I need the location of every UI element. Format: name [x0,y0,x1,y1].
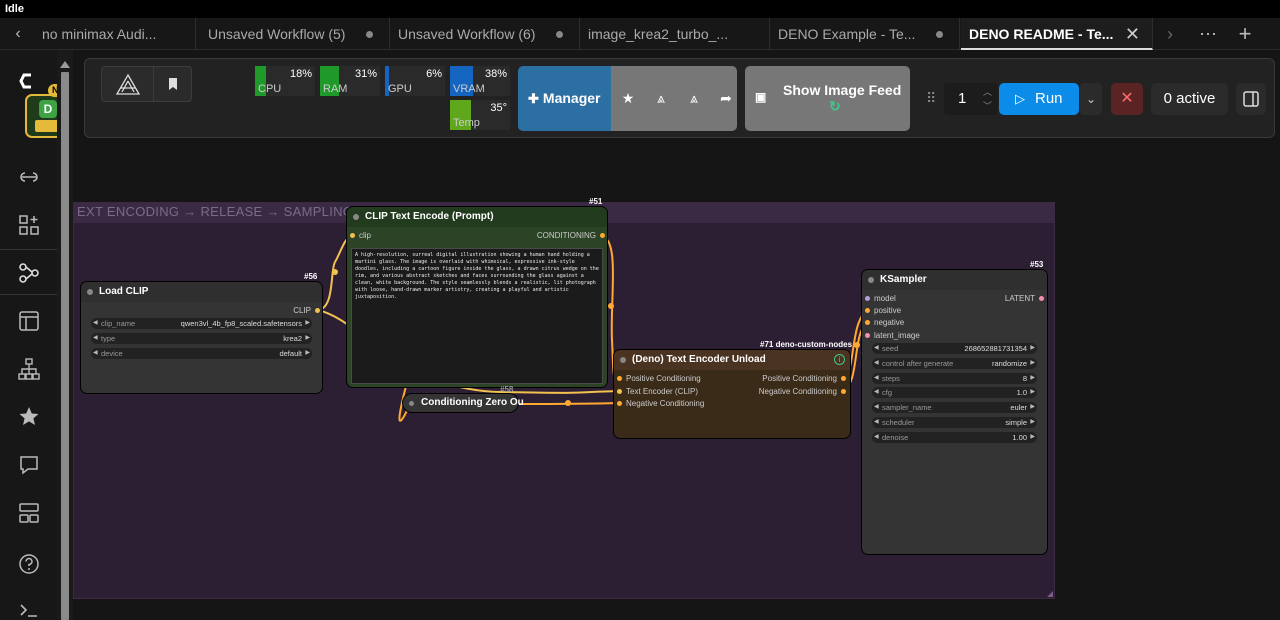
node-title[interactable]: (Deno) Text Encoder Unload [614,350,850,370]
widget-value: simple [1005,418,1027,427]
input-port[interactable] [865,296,870,301]
output-port[interactable] [841,376,846,381]
widget-label: seed [882,344,899,353]
widget-label: denoise [882,433,909,442]
input-port[interactable] [617,376,622,381]
widget-value: 268652881731354 [964,344,1027,353]
widget-type[interactable]: type krea2 [91,333,312,344]
app-window: Idle ‹ no minimax Audi... Unsaved Workfl… [0,0,1280,620]
widget-cfg[interactable]: cfg 1.0 [872,387,1037,398]
output-latent-label: LATENT [1004,294,1035,303]
widget-label: control after generate [882,359,954,368]
output-clip-label: CLIP [293,306,311,315]
collapsed-node-dot-icon [409,401,414,406]
widget-label: steps [882,374,900,383]
node-id-56: #56 [304,272,318,281]
input-positive-label: Positive Conditioning [626,374,701,383]
output-clip-port[interactable] [315,308,320,313]
widget-denoise[interactable]: denoise 1.00 [872,432,1037,443]
prompt-textarea[interactable]: A high-resolution, surreal digital illus… [351,248,603,384]
input-port[interactable] [865,320,870,325]
node-id-71: #71 deno-custom-nodes [760,340,853,349]
widget-seed[interactable]: seed 268652881731354 [872,343,1037,354]
node-title[interactable]: KSampler [862,270,1047,290]
widget-label: scheduler [882,418,915,427]
input-clip-label: clip [359,231,372,240]
widget-value: 1.0 [1016,388,1027,397]
widget-label: cfg [882,388,893,397]
output-port[interactable] [1039,296,1044,301]
wire-reroute-dot [332,269,338,275]
wire-reroute-dot [565,400,571,406]
input-port[interactable] [865,308,870,313]
input-latent-label: latent_image [874,331,920,340]
wire-reroute-dot [854,342,860,348]
input-model-label: model [874,294,896,303]
input-port[interactable] [617,389,622,394]
output-positive-label: Positive Conditioning [762,374,837,383]
input-text-encoder-label: Text Encoder (CLIP) [626,387,699,396]
widget-label: device [101,349,123,358]
widget-value: default [279,349,302,358]
widget-label: clip_name [101,319,136,328]
widget-scheduler[interactable]: scheduler simple [872,417,1037,428]
output-negative-label: Negative Conditioning [758,387,837,396]
widget-control-after-generate[interactable]: control after generate randomize [872,358,1037,369]
widget-value: randomize [991,359,1027,368]
node-title[interactable]: CLIP Text Encode (Prompt) [347,207,607,227]
output-conditioning-label: CONDITIONING [536,231,596,240]
input-port[interactable] [865,333,870,338]
input-positive-label: positive [874,306,902,315]
widget-steps[interactable]: steps 8 [872,373,1037,384]
node-id-53: #53 [1030,260,1044,269]
node-id-51: #51 [589,197,603,206]
node-load-clip[interactable]: Load CLIP CLIP clip_name qwen3vl_4b_fp8_s… [81,282,322,393]
node-id-58: #58 [500,385,514,394]
widget-value: euler [1010,403,1027,412]
node-title[interactable]: Load CLIP [81,282,322,302]
input-port[interactable] [617,401,622,406]
output-conditioning-port[interactable] [600,233,605,238]
node-text-encoder-unload[interactable]: (Deno) Text Encoder Unload i Positive Co… [614,350,850,438]
widget-label: sampler_name [882,403,932,412]
widget-sampler-name[interactable]: sampler_name euler [872,402,1037,413]
widget-label: type [101,334,116,343]
node-ksampler[interactable]: KSampler model positive negative latent_… [862,270,1047,554]
widget-device[interactable]: device default [91,348,312,359]
node-title[interactable]: Conditioning Zero Ou [421,397,524,408]
widget-value: krea2 [283,334,302,343]
wire-reroute-dot [608,303,614,309]
input-negative-label: Negative Conditioning [626,399,705,408]
widget-value: qwen3vl_4b_fp8_scaled.safetensors [180,319,302,328]
widget-value: 8 [1022,374,1027,383]
input-negative-label: negative [874,318,905,327]
output-port[interactable] [841,389,846,394]
widget-value: 1.00 [1012,433,1027,442]
input-clip-port[interactable] [350,233,355,238]
info-icon[interactable]: i [834,354,845,365]
node-conditioning-zero-out[interactable]: Conditioning Zero Ou [403,394,524,412]
widget-clip-name[interactable]: clip_name qwen3vl_4b_fp8_scaled.safetenso… [91,318,312,329]
